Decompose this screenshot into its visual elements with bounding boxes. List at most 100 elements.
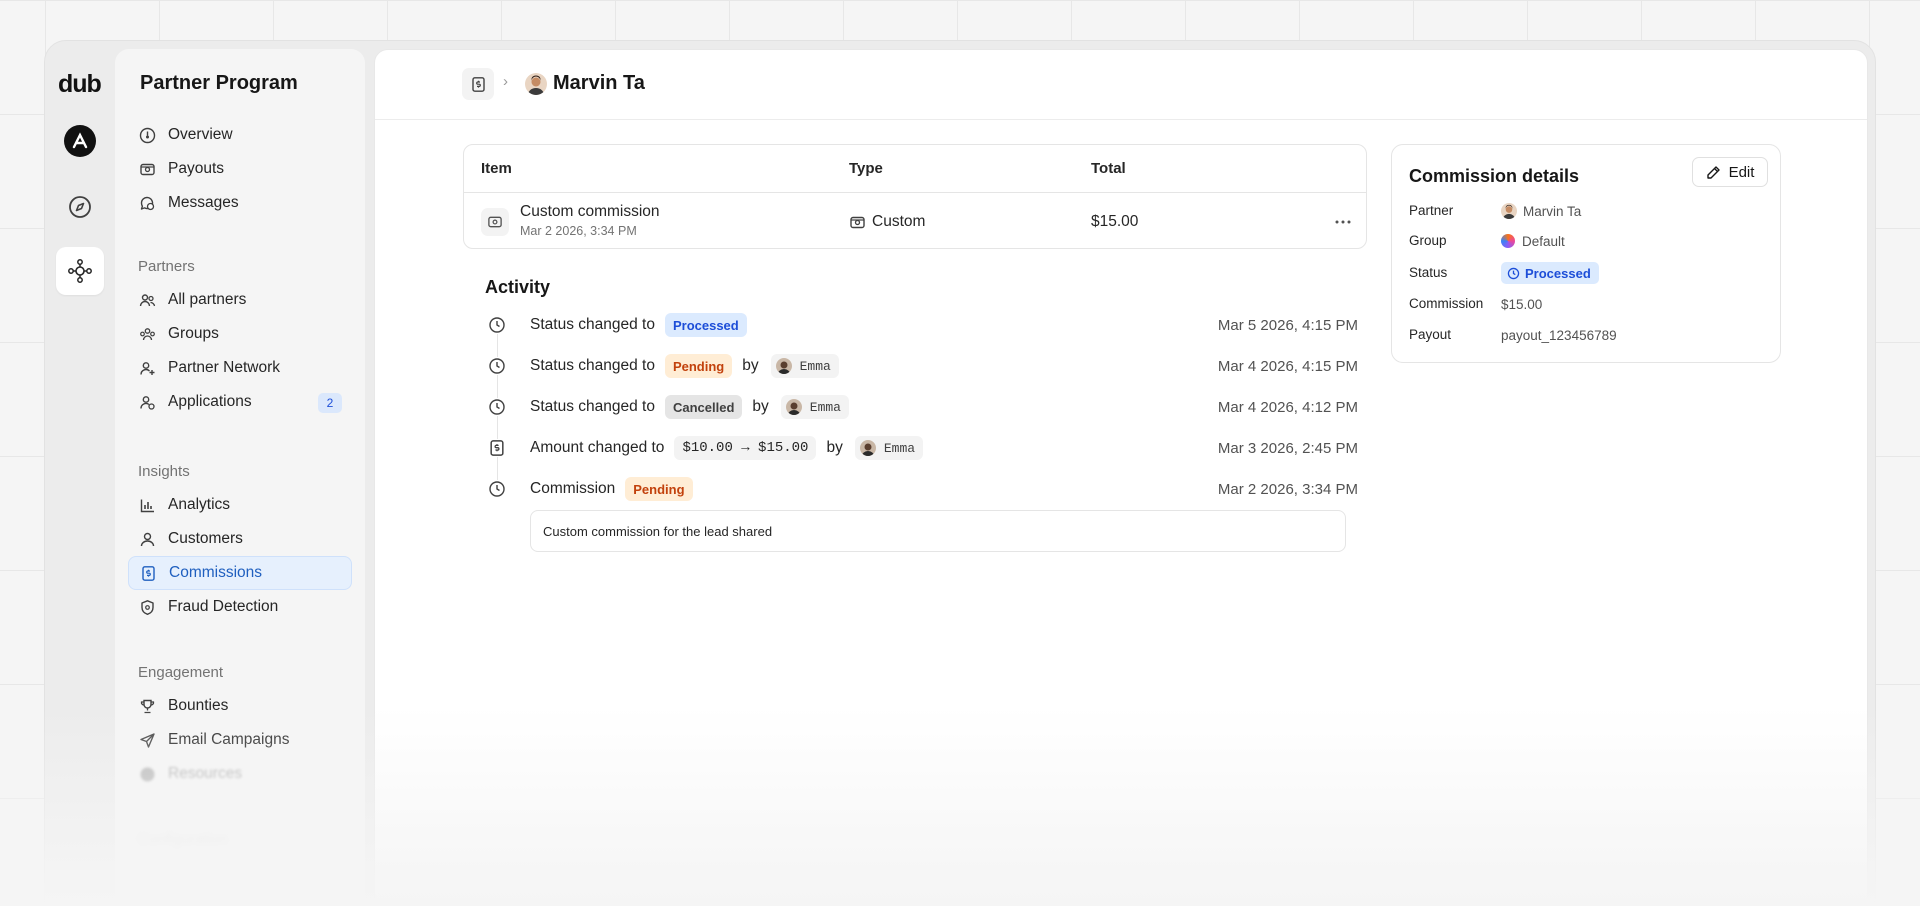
status-badge-pending: Pending bbox=[664, 354, 733, 378]
sidebar-item-label: Analytics bbox=[168, 496, 231, 513]
column-header-item: Item bbox=[481, 160, 512, 177]
pencil-icon bbox=[1706, 165, 1721, 180]
sidebar-item-resources[interactable]: Resources bbox=[128, 757, 352, 791]
money-icon bbox=[849, 214, 866, 231]
trophy-icon bbox=[138, 697, 156, 715]
partner-program-app-button[interactable] bbox=[56, 247, 104, 295]
activity-entry: Status changed to Pending by Emma Mar 4 … bbox=[485, 351, 1358, 381]
activity-entry: Status changed to Processed Mar 5 2026, … bbox=[485, 310, 1358, 340]
sidebar-item-commissions[interactable]: Commissions bbox=[128, 556, 352, 590]
money-icon bbox=[138, 160, 156, 178]
sidebar-item-messages[interactable]: Messages bbox=[128, 186, 352, 220]
sidebar-item-applications[interactable]: Applications 2 bbox=[128, 385, 352, 419]
status-badge-processed: Processed bbox=[664, 313, 747, 337]
send-icon bbox=[138, 731, 156, 749]
ellipsis-icon bbox=[1335, 220, 1351, 224]
details-key: Payout bbox=[1409, 327, 1452, 342]
details-row-group: Group Default bbox=[1409, 230, 1769, 252]
activity-time: Mar 2 2026, 3:34 PM bbox=[1217, 480, 1358, 498]
clock-icon bbox=[1507, 267, 1520, 280]
status-label: Processed bbox=[1525, 265, 1591, 281]
details-title: Commission details bbox=[1409, 166, 1580, 186]
breadcrumb-commissions-button[interactable] bbox=[462, 68, 494, 100]
user-name: Emma bbox=[809, 399, 841, 415]
activity-entry: Status changed to Cancelled by Emma Mar … bbox=[485, 392, 1358, 422]
section-label-insights: Insights bbox=[138, 462, 190, 480]
sidebar-item-label: Groups bbox=[168, 325, 219, 342]
sidebar-item-bounties[interactable]: Bounties bbox=[128, 689, 352, 723]
clock-icon bbox=[488, 316, 506, 334]
sidebar-engagement-section: Engagement Bounties Email Campaigns Reso… bbox=[128, 659, 352, 791]
details-value[interactable]: Marvin Ta bbox=[1523, 204, 1581, 219]
section-label-partners: Partners bbox=[138, 257, 195, 275]
item-title: Custom commission bbox=[520, 203, 660, 220]
sidebar-item-label: Email Campaigns bbox=[168, 731, 290, 748]
dub-logo[interactable]: dub bbox=[58, 70, 102, 99]
details-value[interactable]: Default bbox=[1522, 234, 1565, 249]
sidebar-item-groups[interactable]: Groups bbox=[128, 317, 352, 351]
details-value: $15.00 bbox=[1501, 296, 1543, 312]
edit-label: Edit bbox=[1728, 163, 1755, 181]
invoice-icon bbox=[139, 564, 157, 582]
avatar bbox=[775, 358, 792, 374]
details-row-partner: Partner Marvin Ta bbox=[1409, 200, 1769, 222]
sidebar-item-all-partners[interactable]: All partners bbox=[128, 283, 352, 317]
activity-by: by bbox=[826, 439, 843, 456]
partner-avatar bbox=[1501, 203, 1517, 219]
compass-icon[interactable] bbox=[66, 193, 94, 221]
sidebar-item-customers[interactable]: Customers bbox=[128, 522, 352, 556]
activity-entry: Amount changed to $10.00 → $15.00 by Emm… bbox=[485, 433, 1358, 463]
activity-text: Amount changed to bbox=[530, 439, 665, 456]
details-key: Commission bbox=[1409, 296, 1484, 311]
network-icon bbox=[68, 259, 92, 283]
sidebar-item-label: Applications bbox=[168, 393, 252, 410]
details-row-commission: Commission $15.00 bbox=[1409, 293, 1769, 315]
workspace-avatar[interactable] bbox=[64, 125, 96, 157]
activity-text: Commission bbox=[530, 480, 616, 497]
commission-note: Custom commission for the lead shared bbox=[530, 510, 1346, 552]
gauge-icon bbox=[138, 126, 156, 144]
resources-icon bbox=[138, 765, 156, 783]
messages-icon bbox=[138, 194, 156, 212]
activity-by: by bbox=[742, 357, 759, 374]
sidebar-item-overview[interactable]: Overview bbox=[128, 118, 352, 152]
sidebar-item-label: All partners bbox=[168, 291, 247, 308]
sidebar-item-payouts[interactable]: Payouts bbox=[128, 152, 352, 186]
sidebar-item-fraud-detection[interactable]: Fraud Detection bbox=[128, 590, 352, 624]
amount-change-chip: $10.00 → $15.00 bbox=[674, 436, 817, 460]
invoice-icon bbox=[488, 439, 506, 457]
activity-title: Activity bbox=[485, 277, 551, 297]
sidebar-item-label: Overview bbox=[168, 126, 233, 143]
edit-button[interactable]: Edit bbox=[1692, 157, 1768, 187]
sidebar-configuration-section: Configuration bbox=[128, 826, 352, 852]
sidebar-item-label: Fraud Detection bbox=[168, 598, 279, 615]
user-chip[interactable]: Emma bbox=[770, 354, 839, 378]
sidebar-item-partner-network[interactable]: Partner Network bbox=[128, 351, 352, 385]
user-name: Emma bbox=[883, 440, 916, 456]
main-panel: › Marvin Ta Item Type Total Custom commi… bbox=[374, 49, 1868, 906]
page-header: › Marvin Ta bbox=[375, 50, 1867, 120]
sidebar: Partner Program Overview Payouts Message… bbox=[115, 49, 365, 906]
activity-text: Status changed to bbox=[530, 316, 655, 333]
shield-icon bbox=[138, 598, 156, 616]
activity-time: Mar 5 2026, 4:15 PM bbox=[1217, 316, 1358, 334]
activity-time: Mar 4 2026, 4:12 PM bbox=[1217, 398, 1358, 416]
avatar bbox=[785, 399, 802, 415]
more-options-button[interactable] bbox=[1330, 209, 1356, 235]
user-chip[interactable]: Emma bbox=[854, 436, 924, 460]
page-title: Marvin Ta bbox=[553, 72, 645, 94]
commission-details-card: Commission details Edit Partner Marvin T… bbox=[1391, 144, 1781, 363]
details-row-payout: Payout payout_123456789 bbox=[1409, 324, 1769, 346]
status-badge: Processed bbox=[1501, 262, 1599, 284]
section-label-engagement: Engagement bbox=[138, 663, 224, 681]
details-value[interactable]: payout_123456789 bbox=[1501, 324, 1617, 346]
commission-item-table: Item Type Total Custom commission Mar 2 … bbox=[463, 144, 1367, 249]
sidebar-item-email-campaigns[interactable]: Email Campaigns bbox=[128, 723, 352, 757]
sidebar-item-analytics[interactable]: Analytics bbox=[128, 488, 352, 522]
status-badge-pending: Pending bbox=[625, 477, 693, 501]
details-row-status: Status Processed bbox=[1409, 262, 1769, 284]
avatar bbox=[859, 440, 876, 456]
section-label-configuration: Configuration bbox=[138, 830, 228, 848]
table-header: Item Type Total bbox=[464, 145, 1366, 193]
user-chip[interactable]: Emma bbox=[780, 395, 849, 419]
